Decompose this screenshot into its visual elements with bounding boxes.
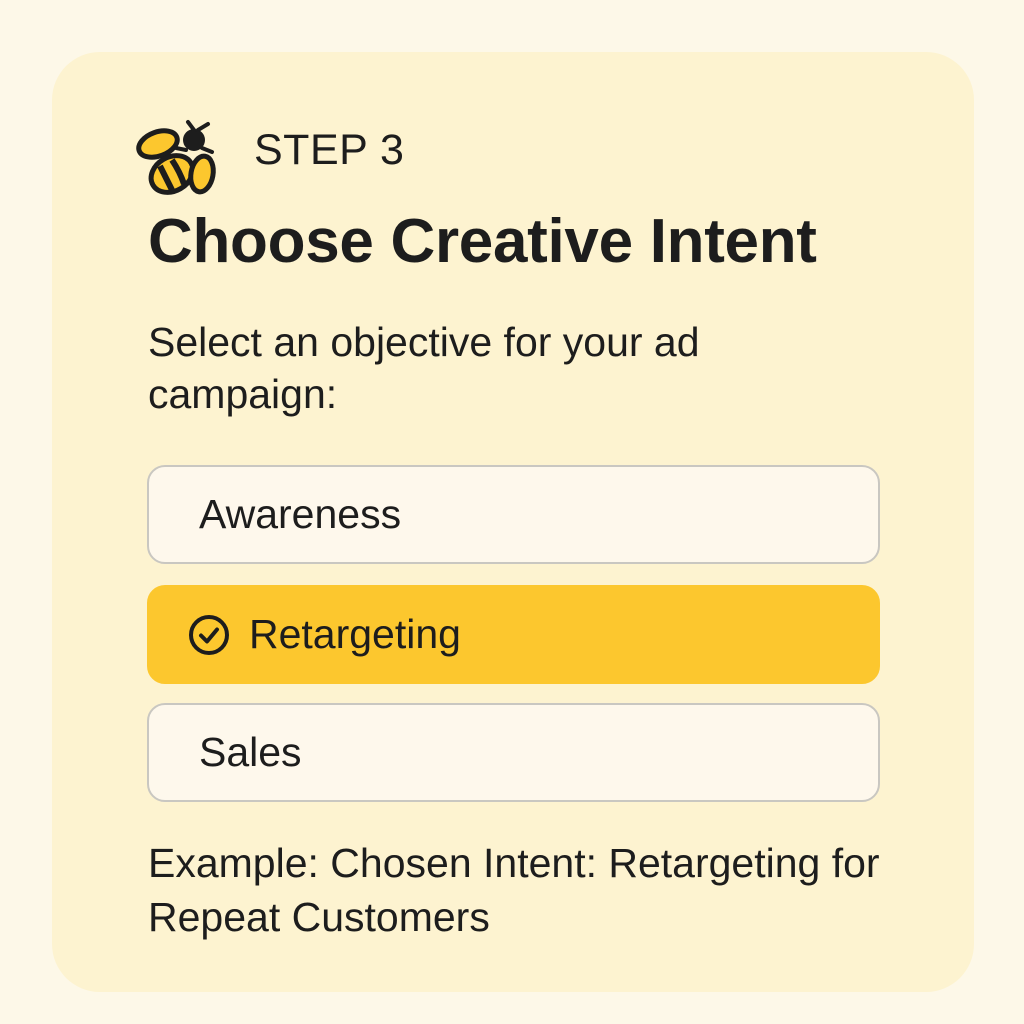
- check-circle-icon: [189, 614, 229, 655]
- example-text: Example: Chosen Intent: Retargeting for …: [148, 840, 880, 940]
- option-sales[interactable]: Sales: [147, 703, 880, 802]
- option-label: Sales: [199, 729, 302, 775]
- bee-icon: [136, 120, 216, 195]
- step-header: STEP 3: [136, 118, 404, 196]
- option-label: Retargeting: [249, 611, 461, 657]
- page-title: Choose Creative Intent: [148, 207, 817, 276]
- option-awareness[interactable]: Awareness: [147, 465, 880, 564]
- option-retargeting[interactable]: Retargeting: [147, 585, 880, 684]
- step-label: STEP 3: [254, 125, 405, 174]
- option-label: Awareness: [199, 491, 402, 537]
- instruction-text: Select an objective for your ad campaign…: [148, 319, 700, 417]
